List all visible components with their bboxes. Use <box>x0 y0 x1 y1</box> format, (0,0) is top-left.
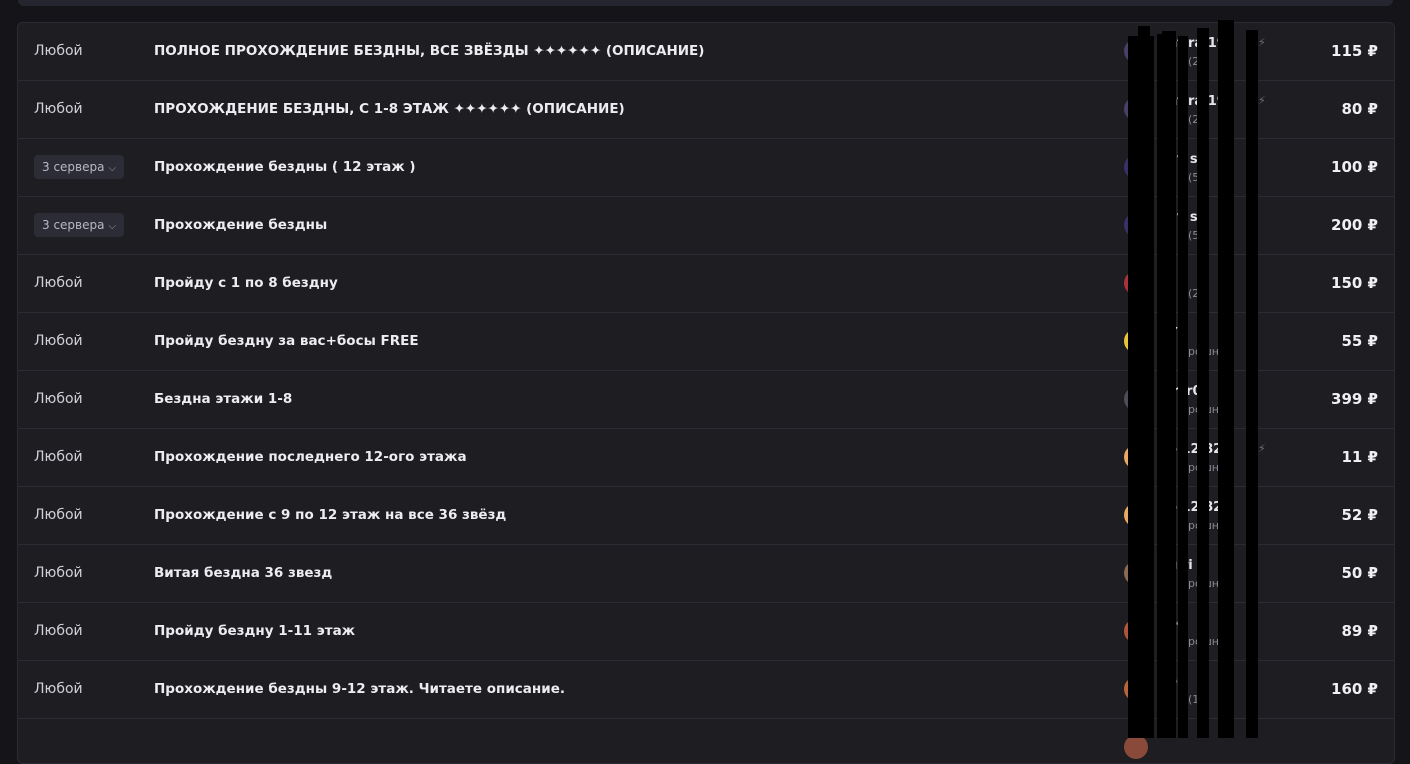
offer-title[interactable]: Прохождение бездны 9-12 этаж. Читаете оп… <box>154 661 565 718</box>
offer-price: 115 ₽ <box>1331 42 1378 60</box>
server-label: Любой <box>34 507 83 523</box>
offer-title[interactable]: Пройду бездну 1-11 этаж <box>154 603 355 660</box>
offer-price: 160 ₽ <box>1331 680 1378 698</box>
redaction-bar <box>1138 26 1150 46</box>
offer-title[interactable]: Прохождение бездны <box>154 197 327 254</box>
bolt-icon: ⚡ <box>1258 36 1266 49</box>
offer-price: 100 ₽ <box>1331 158 1378 176</box>
offer-title[interactable]: Прохождение бездны ( 12 этаж ) <box>154 139 416 196</box>
redaction-bar <box>1246 30 1258 738</box>
server-select-label: 3 сервера <box>42 218 105 232</box>
redaction-bar <box>1178 36 1188 738</box>
offers-list: Любой ПОЛНОЕ ПРОХОЖДЕНИЕ БЕЗДНЫ, ВСЕ ЗВЁЗ… <box>17 22 1395 764</box>
server-select-label: 3 сервера <box>42 160 105 174</box>
offer-price: 80 ₽ <box>1341 100 1378 118</box>
offer-price: 55 ₽ <box>1341 332 1378 350</box>
offer-price: 50 ₽ <box>1341 564 1378 582</box>
offer-price: 52 ₽ <box>1341 506 1378 524</box>
bolt-icon: ⚡ <box>1258 442 1266 455</box>
offer-title[interactable]: ПОЛНОЕ ПРОХОЖДЕНИЕ БЕЗДНЫ, ВСЕ ЗВЁЗДЫ ✦✦… <box>154 23 704 80</box>
chevron-down-icon: ⌵ <box>108 163 117 174</box>
top-filter-bar <box>18 0 1393 6</box>
server-label: Любой <box>34 681 83 697</box>
offer-price: 89 ₽ <box>1341 622 1378 640</box>
offer-title[interactable]: Витая бездна 36 звезд <box>154 545 332 602</box>
offer-title[interactable]: Пройду с 1 по 8 бездну <box>154 255 338 312</box>
offer-title[interactable]: Бездна этажи 1-8 <box>154 371 292 428</box>
server-label: Любой <box>34 565 83 581</box>
server-label: Любой <box>34 333 83 349</box>
redaction-bar <box>1128 36 1154 738</box>
redaction-bar <box>1197 28 1209 738</box>
avatar[interactable] <box>1124 735 1148 759</box>
server-label: Любой <box>34 391 83 407</box>
offer-title[interactable]: Пройду бездну за вас+босы FREE <box>154 313 419 370</box>
bolt-icon: ⚡ <box>1258 94 1266 107</box>
redaction-bar <box>1218 20 1234 738</box>
offer-price: 399 ₽ <box>1331 390 1378 408</box>
server-label: Любой <box>34 623 83 639</box>
server-label: Любой <box>34 101 83 117</box>
server-label: Любой <box>34 449 83 465</box>
server-select[interactable]: 3 сервера ⌵ <box>34 155 125 179</box>
server-label: Любой <box>34 275 83 291</box>
offer-title[interactable]: ПРОХОЖДЕНИЕ БЕЗДНЫ, С 1-8 ЭТАЖ ✦✦✦✦✦✦ (О… <box>154 81 625 138</box>
seller-name[interactable]: o 12 82 <box>1168 500 1222 515</box>
server-select[interactable]: 3 сервера ⌵ <box>34 213 125 237</box>
server-label: Любой <box>34 43 83 59</box>
offer-title[interactable]: Прохождение последнего 12-ого этажа <box>154 429 467 486</box>
offer-price: 150 ₽ <box>1331 274 1378 292</box>
chevron-down-icon: ⌵ <box>108 221 117 232</box>
offer-price: 200 ₽ <box>1331 216 1378 234</box>
redaction-bar <box>1162 31 1176 738</box>
offer-title[interactable]: Прохождение с 9 по 12 этаж на все 36 звё… <box>154 487 506 544</box>
offer-price: 11 ₽ <box>1341 448 1378 466</box>
seller-name[interactable]: o 12 82 <box>1168 442 1222 457</box>
